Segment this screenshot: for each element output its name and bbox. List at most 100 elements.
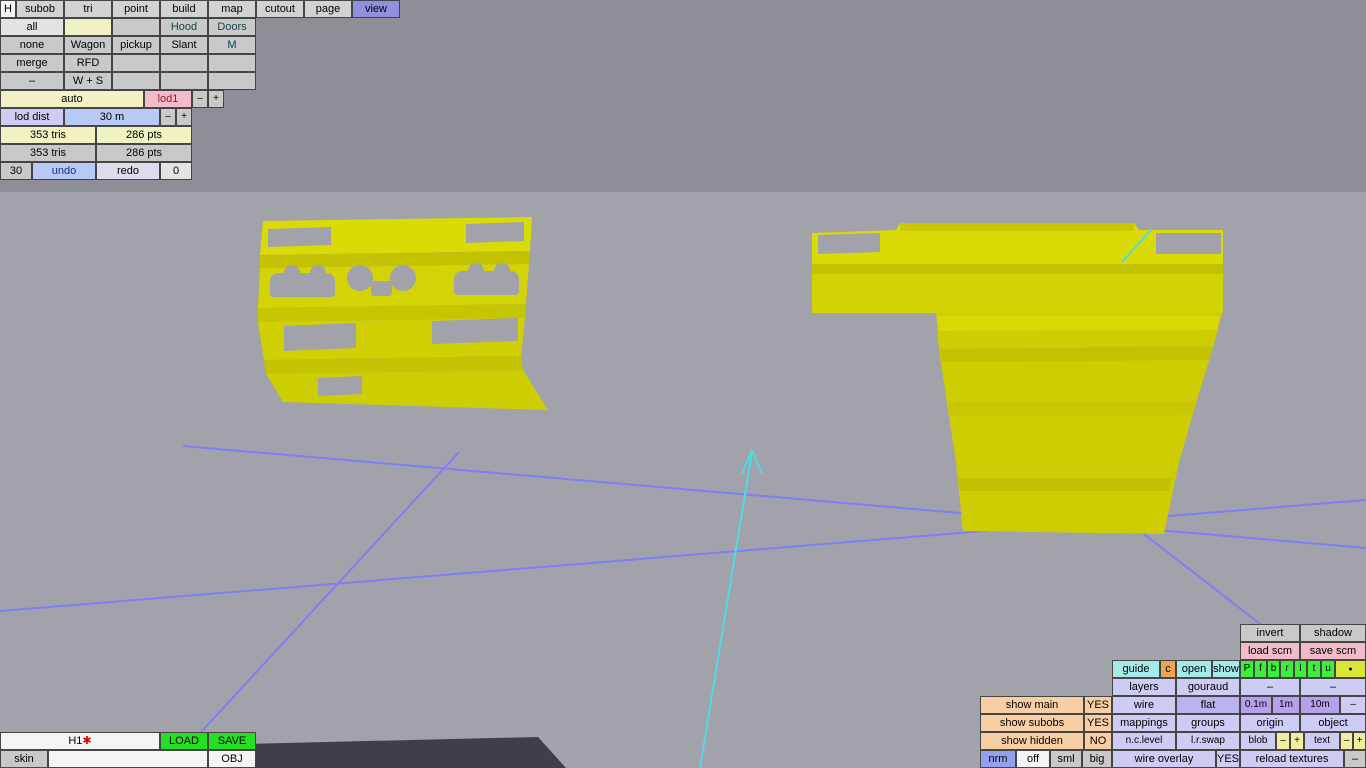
lr-swap-button[interactable]: l.r.swap bbox=[1176, 732, 1240, 750]
face-t-toggle[interactable]: t bbox=[1307, 660, 1321, 678]
select-all-button[interactable]: all bbox=[0, 18, 64, 36]
preset-slant-button[interactable]: Slant bbox=[160, 36, 208, 54]
shadow-button[interactable]: shadow bbox=[1300, 624, 1366, 642]
groups-button[interactable]: groups bbox=[1176, 714, 1240, 732]
preset-doors-button[interactable]: Doors bbox=[208, 18, 256, 36]
show-button[interactable]: show bbox=[1212, 660, 1240, 678]
preset-blank-cell[interactable] bbox=[160, 54, 208, 72]
menu-subob-tab[interactable]: subob bbox=[16, 0, 64, 18]
blob-button[interactable]: blob bbox=[1240, 732, 1276, 750]
mappings-button[interactable]: mappings bbox=[1112, 714, 1176, 732]
select-none-button[interactable]: none bbox=[0, 36, 64, 54]
menu-build-tab[interactable]: build bbox=[160, 0, 208, 18]
wire-button[interactable]: wire bbox=[1112, 696, 1176, 714]
menu-map-tab[interactable]: map bbox=[208, 0, 256, 18]
panel-dash-button[interactable]: – bbox=[1240, 678, 1300, 696]
invert-button[interactable]: invert bbox=[1240, 624, 1300, 642]
text-button[interactable]: text bbox=[1304, 732, 1340, 750]
show-subobs-value[interactable]: YES bbox=[1084, 714, 1112, 732]
show-hidden-value[interactable]: NO bbox=[1084, 732, 1112, 750]
wire-overlay-value[interactable]: YES bbox=[1216, 750, 1240, 768]
face-p-toggle[interactable]: P bbox=[1240, 660, 1254, 678]
preset-blank-cell[interactable] bbox=[208, 54, 256, 72]
face-f-toggle[interactable]: f bbox=[1254, 660, 1267, 678]
show-main-value[interactable]: YES bbox=[1084, 696, 1112, 714]
lod-plus-button[interactable]: + bbox=[208, 90, 224, 108]
face-dot-toggle[interactable]: ● bbox=[1335, 660, 1366, 678]
undo-button[interactable]: undo bbox=[32, 162, 96, 180]
save-scm-button[interactable]: save scm bbox=[1300, 642, 1366, 660]
file-name-field[interactable]: H1 ✱ bbox=[0, 732, 160, 750]
panel-dash-button[interactable]: – bbox=[1300, 678, 1366, 696]
gouraud-button[interactable]: gouraud bbox=[1176, 678, 1240, 696]
origin-button[interactable]: origin bbox=[1240, 714, 1300, 732]
save-button[interactable]: SAVE bbox=[208, 732, 256, 750]
preset-wplus-s-button[interactable]: W + S bbox=[64, 72, 112, 90]
text-plus-button[interactable]: + bbox=[1353, 732, 1366, 750]
load-scm-button[interactable]: load scm bbox=[1240, 642, 1300, 660]
face-b-toggle[interactable]: b bbox=[1267, 660, 1280, 678]
merge-button[interactable]: merge bbox=[0, 54, 64, 72]
show-main-toggle[interactable]: show main bbox=[980, 696, 1084, 714]
viewport-3d[interactable] bbox=[0, 0, 1366, 768]
preset-blank-cell[interactable] bbox=[112, 72, 160, 90]
face-l-toggle[interactable]: l bbox=[1294, 660, 1307, 678]
preset-hood-button[interactable]: Hood bbox=[160, 18, 208, 36]
preset-wagon-button[interactable]: Wagon bbox=[64, 36, 112, 54]
flat-button[interactable]: flat bbox=[1176, 696, 1240, 714]
show-subobs-toggle[interactable]: show subobs bbox=[980, 714, 1084, 732]
preset-blank-cell[interactable] bbox=[112, 18, 160, 36]
face-u-toggle[interactable]: u bbox=[1321, 660, 1335, 678]
load-button[interactable]: LOAD bbox=[160, 732, 208, 750]
preset-m-button[interactable]: M bbox=[208, 36, 256, 54]
skin-name-field[interactable] bbox=[48, 750, 208, 768]
menu-h-button[interactable]: H bbox=[0, 0, 16, 18]
redo-button[interactable]: redo bbox=[96, 162, 160, 180]
lod-dist-minus-button[interactable]: – bbox=[160, 108, 176, 126]
cab-model-right[interactable] bbox=[812, 223, 1223, 534]
grid-01m-button[interactable]: 0.1m bbox=[1240, 696, 1272, 714]
open-button[interactable]: open bbox=[1176, 660, 1212, 678]
lod-lod1-button[interactable]: lod1 bbox=[144, 90, 192, 108]
text-minus-button[interactable]: – bbox=[1340, 732, 1353, 750]
menu-tri-tab[interactable]: tri bbox=[64, 0, 112, 18]
nrm-toggle[interactable]: nrm bbox=[980, 750, 1016, 768]
preset-blank-cell[interactable] bbox=[64, 18, 112, 36]
grid-10m-button[interactable]: 10m bbox=[1300, 696, 1340, 714]
menu-point-tab[interactable]: point bbox=[112, 0, 160, 18]
obj-button[interactable]: OBJ bbox=[208, 750, 256, 768]
lod-dist-plus-button[interactable]: + bbox=[176, 108, 192, 126]
preset-pickup-button[interactable]: pickup bbox=[112, 36, 160, 54]
preset-blank-cell[interactable] bbox=[160, 72, 208, 90]
layers-button[interactable]: layers bbox=[1112, 678, 1176, 696]
misc-dash-button[interactable]: – bbox=[1344, 750, 1366, 768]
menu-page-tab[interactable]: page bbox=[304, 0, 352, 18]
nrm-off-button[interactable]: off bbox=[1016, 750, 1050, 768]
menu-cutout-tab[interactable]: cutout bbox=[256, 0, 304, 18]
reload-textures-button[interactable]: reload textures bbox=[1240, 750, 1344, 768]
preset-rfd-button[interactable]: RFD bbox=[64, 54, 112, 72]
minus-mode-button[interactable]: – bbox=[0, 72, 64, 90]
lod-minus-button[interactable]: – bbox=[192, 90, 208, 108]
object-button[interactable]: object bbox=[1300, 714, 1366, 732]
lod-dist-value[interactable]: 30 m bbox=[64, 108, 160, 126]
face-r-toggle[interactable]: r bbox=[1280, 660, 1294, 678]
show-hidden-toggle[interactable]: show hidden bbox=[980, 732, 1084, 750]
c-button[interactable]: c bbox=[1160, 660, 1176, 678]
wire-overlay-toggle[interactable]: wire overlay bbox=[1112, 750, 1216, 768]
preset-blank-cell[interactable] bbox=[208, 72, 256, 90]
up-axis-arrow[interactable] bbox=[699, 449, 763, 768]
cab-model-left[interactable] bbox=[258, 217, 548, 410]
menu-view-tab-selected[interactable]: view bbox=[352, 0, 400, 18]
nrm-big-button[interactable]: big bbox=[1082, 750, 1112, 768]
grid-1m-button[interactable]: 1m bbox=[1272, 696, 1300, 714]
guide-button[interactable]: guide bbox=[1112, 660, 1160, 678]
skin-button[interactable]: skin bbox=[0, 750, 48, 768]
blob-minus-button[interactable]: – bbox=[1276, 732, 1290, 750]
nc-level-button[interactable]: n.c.level bbox=[1112, 732, 1176, 750]
preset-blank-cell[interactable] bbox=[112, 54, 160, 72]
blob-plus-button[interactable]: + bbox=[1290, 732, 1304, 750]
lod-auto-button[interactable]: auto bbox=[0, 90, 144, 108]
nrm-sml-button[interactable]: sml bbox=[1050, 750, 1082, 768]
grid-dash-button[interactable]: – bbox=[1340, 696, 1366, 714]
